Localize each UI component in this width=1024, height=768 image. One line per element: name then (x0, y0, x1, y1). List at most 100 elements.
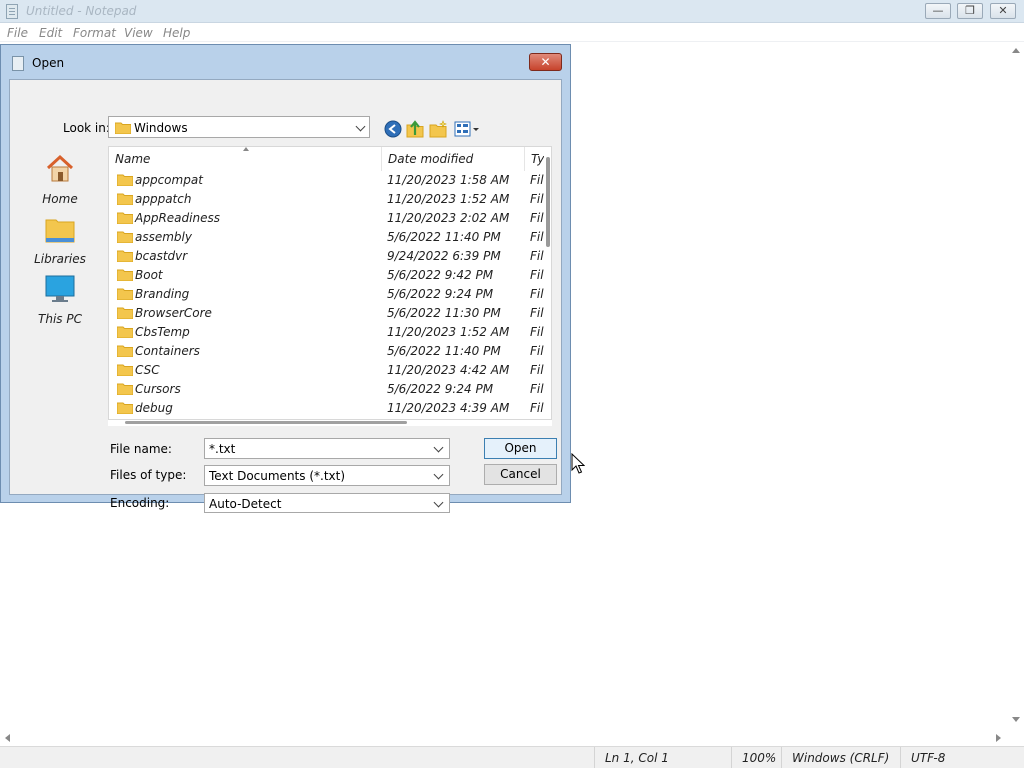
minimize-button[interactable]: — (925, 3, 951, 19)
column-header-type[interactable]: Type (524, 147, 544, 171)
dialog-title: Open (32, 56, 65, 70)
file-date-cell: 5/6/2022 9:24 PM (387, 287, 494, 301)
look-in-label: Look in: (63, 121, 110, 135)
file-list-row[interactable]: debug 11/20/2023 4:39 AM File folder (109, 399, 544, 418)
file-list-row[interactable]: BrowserCore 5/6/2022 11:30 PM File folder (109, 304, 544, 323)
menu-bar: File Edit Format View Help (0, 23, 1024, 42)
file-list-row[interactable]: bcastdvr 9/24/2022 6:39 PM File folder (109, 247, 544, 266)
up-folder-icon[interactable] (406, 120, 424, 138)
menu-file[interactable]: File (7, 26, 28, 40)
file-list-row[interactable]: assembly 5/6/2022 11:40 PM File folder (109, 228, 544, 247)
file-name-cell: CbsTemp (135, 325, 190, 339)
scroll-up-arrow-icon[interactable] (1012, 48, 1020, 53)
chevron-down-icon[interactable] (433, 442, 444, 453)
file-type-cell: File folder (530, 192, 544, 206)
file-type-cell: File folder (530, 173, 544, 187)
file-name-input[interactable]: *.txt (204, 438, 450, 459)
close-icon: ✕ (998, 4, 1008, 17)
folder-icon (117, 326, 133, 338)
scroll-left-arrow-icon[interactable] (5, 734, 10, 742)
encoding-label: Encoding: (110, 496, 170, 510)
file-list-row[interactable]: Cursors 5/6/2022 9:24 PM File folder (109, 380, 544, 399)
file-name-cell: Cursors (135, 382, 181, 396)
folder-icon (117, 212, 133, 224)
file-list-row[interactable]: appcompat 11/20/2023 1:58 AM File folder (109, 171, 544, 190)
notepad-file-icon (12, 56, 24, 71)
file-list-row[interactable]: apppatch 11/20/2023 1:52 AM File folder (109, 190, 544, 209)
folder-icon (117, 269, 133, 281)
file-type-cell: File folder (530, 287, 544, 301)
menu-format[interactable]: Format (73, 26, 116, 40)
file-date-cell: 5/6/2022 11:40 PM (387, 230, 501, 244)
open-button[interactable]: Open (484, 438, 557, 459)
new-folder-icon[interactable] (429, 120, 447, 138)
look-in-dropdown[interactable]: Windows (108, 116, 370, 138)
file-type-cell: File folder (530, 344, 544, 358)
file-name-cell: AppReadiness (135, 211, 220, 225)
file-date-cell: 11/20/2023 4:42 AM (387, 363, 510, 377)
sort-ascending-icon (243, 147, 249, 151)
file-name-cell: apppatch (135, 192, 192, 206)
home-icon (46, 154, 74, 182)
file-list[interactable]: Name Date modified Type appcompat 11/20/2… (108, 146, 552, 420)
file-name-cell: Branding (135, 287, 190, 301)
folder-icon (117, 231, 133, 243)
cancel-button[interactable]: Cancel (484, 464, 557, 485)
status-encoding: UTF-8 (900, 747, 1024, 768)
file-name-cell: CSC (135, 363, 160, 377)
scroll-right-arrow-icon[interactable] (996, 734, 1001, 742)
folder-icon (117, 383, 133, 395)
file-list-row[interactable]: Branding 5/6/2022 9:24 PM File folder (109, 285, 544, 304)
file-list-vertical-scroll-thumb[interactable] (546, 157, 550, 247)
file-date-cell: 11/20/2023 4:39 AM (387, 401, 510, 415)
status-cursor-position: Ln 1, Col 1 (594, 747, 731, 768)
look-in-value: Windows (134, 121, 188, 135)
restore-button[interactable]: ❐ (957, 3, 983, 19)
file-list-row[interactable]: Containers 5/6/2022 11:40 PM File folder (109, 342, 544, 361)
files-of-type-dropdown[interactable]: Text Documents (*.txt) (204, 465, 450, 486)
encoding-dropdown[interactable]: Auto-Detect (204, 493, 450, 513)
file-date-cell: 9/24/2022 6:39 PM (387, 249, 501, 263)
file-date-cell: 11/20/2023 1:52 AM (387, 325, 510, 339)
file-list-row[interactable]: CbsTemp 11/20/2023 1:52 AM File folder (109, 323, 544, 342)
notepad-titlebar[interactable]: Untitled - Notepad — ❐ ✕ (0, 0, 1024, 23)
close-window-button[interactable]: ✕ (990, 3, 1016, 19)
files-of-type-value: Text Documents (*.txt) (209, 469, 346, 483)
file-list-row[interactable]: AppReadiness 11/20/2023 2:02 AM File folde… (109, 209, 544, 228)
vertical-scrollbar[interactable] (1008, 42, 1024, 730)
dialog-close-button[interactable]: ✕ (529, 53, 562, 71)
scroll-down-arrow-icon[interactable] (1012, 717, 1020, 722)
status-bar: Ln 1, Col 1 100% Windows (CRLF) UTF-8 (0, 746, 1024, 768)
file-list-row[interactable]: Boot 5/6/2022 9:42 PM File folder (109, 266, 544, 285)
close-icon: ✕ (540, 55, 551, 69)
file-date-cell: 5/6/2022 9:42 PM (387, 268, 494, 282)
file-name-value: *.txt (209, 442, 236, 456)
column-header-date-modified[interactable]: Date modified (381, 147, 524, 171)
folder-icon (117, 307, 133, 319)
status-zoom: 100% (731, 747, 781, 768)
notepad-app-icon (6, 4, 18, 19)
dialog-titlebar[interactable]: Open ✕ (1, 45, 570, 79)
folder-icon (117, 174, 133, 186)
file-type-cell: File folder (530, 268, 544, 282)
folder-icon (117, 402, 133, 414)
back-icon[interactable] (384, 120, 402, 138)
menu-help[interactable]: Help (163, 26, 190, 40)
menu-view[interactable]: View (124, 26, 153, 40)
dialog-body: Look in: Windows Home Libraries This PC … (9, 79, 562, 513)
status-line-endings: Windows (CRLF) (781, 747, 900, 768)
folder-icon (117, 364, 133, 376)
file-list-horizontal-scroll-thumb[interactable] (125, 421, 407, 424)
open-dialog: Open ✕ Look in: Windows Home Libraries T… (0, 44, 571, 513)
horizontal-scrollbar[interactable] (0, 730, 1008, 746)
folder-icon (117, 288, 133, 300)
file-list-row[interactable]: CSC 11/20/2023 4:42 AM File folder (109, 361, 544, 380)
chevron-down-icon (433, 497, 444, 508)
view-menu-icon[interactable] (454, 120, 480, 138)
file-name-cell: Containers (135, 344, 200, 358)
menu-edit[interactable]: Edit (39, 26, 62, 40)
notepad-window-title: Untitled - Notepad (26, 4, 137, 18)
file-name-cell: BrowserCore (135, 306, 212, 320)
file-date-cell: 5/6/2022 11:30 PM (387, 306, 501, 320)
file-name-cell: assembly (135, 230, 192, 244)
